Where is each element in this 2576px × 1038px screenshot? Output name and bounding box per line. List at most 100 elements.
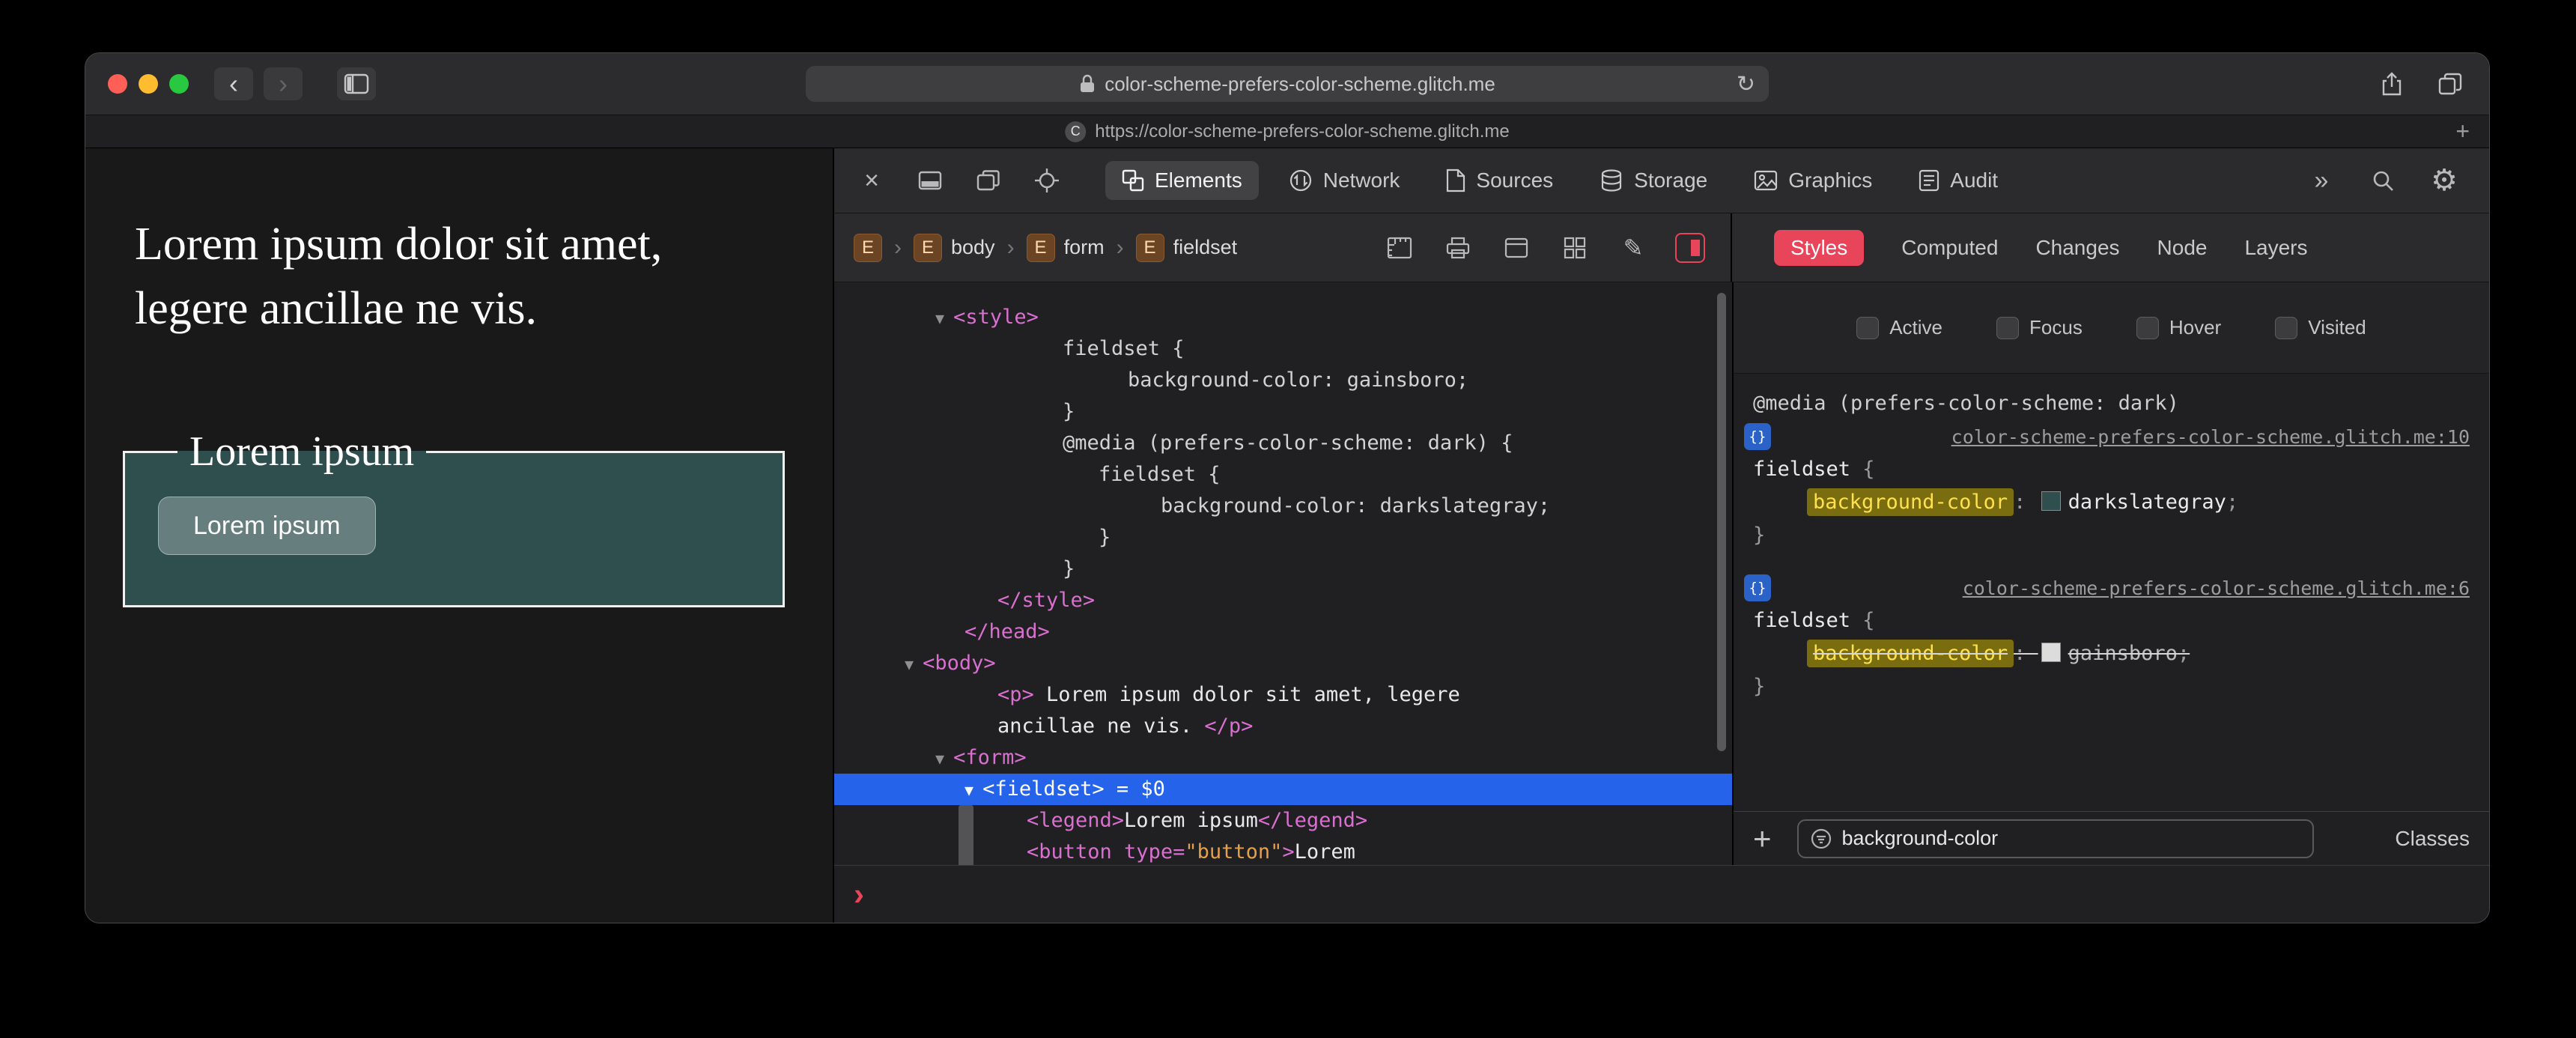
active-tab[interactable]: C https://color-scheme-prefers-color-sch… bbox=[1065, 121, 1510, 142]
tab-audit[interactable]: Audit bbox=[1902, 161, 2014, 200]
css-value[interactable]: darkslategray bbox=[2068, 491, 2226, 514]
tab-changes[interactable]: Changes bbox=[2035, 236, 2119, 260]
tab-overview-button[interactable] bbox=[2431, 67, 2470, 100]
tab-sources[interactable]: Sources bbox=[1430, 161, 1570, 200]
dock-side-button[interactable] bbox=[969, 160, 1008, 201]
tab-node[interactable]: Node bbox=[2157, 236, 2208, 260]
selection-guide bbox=[959, 805, 973, 865]
css-value[interactable]: gainsboro bbox=[2068, 642, 2178, 665]
grid-overlay-button[interactable] bbox=[1558, 231, 1591, 264]
new-rule-button[interactable]: + bbox=[1753, 821, 1772, 857]
css-declaration[interactable]: background-color: darkslategray; bbox=[1734, 486, 2489, 519]
print-styles-button[interactable] bbox=[1442, 231, 1474, 264]
element-badge-html[interactable]: E bbox=[854, 233, 882, 262]
tab-label: Graphics bbox=[1788, 169, 1873, 192]
code-line[interactable]: ▼ <fieldset> = $0 bbox=[834, 774, 1732, 805]
checkbox-active[interactable] bbox=[1856, 316, 1880, 339]
element-badge-body[interactable]: E bbox=[914, 233, 942, 262]
checkbox-focus[interactable] bbox=[1996, 316, 2020, 339]
toggle-focus[interactable]: Focus bbox=[1996, 316, 2083, 339]
code-line[interactable]: </head> bbox=[834, 616, 1732, 648]
code-line[interactable]: @media (prefers-color-scheme: dark) { bbox=[834, 428, 1732, 459]
code-line[interactable]: ▼ <body> bbox=[834, 648, 1732, 679]
reload-button[interactable]: ↻ bbox=[1737, 71, 1755, 97]
css-selector[interactable]: fieldset bbox=[1753, 458, 1850, 481]
sidebar-toggle-button[interactable] bbox=[337, 67, 376, 100]
brace-close: } bbox=[1753, 523, 1766, 547]
zoom-window-button[interactable] bbox=[169, 74, 189, 94]
layout-ruler-button[interactable] bbox=[1383, 231, 1416, 264]
code-line[interactable]: fieldset { bbox=[834, 333, 1732, 365]
toggle-visited[interactable]: Visited bbox=[2275, 316, 2366, 339]
devtools-close-button[interactable]: × bbox=[852, 160, 891, 201]
code-line[interactable]: background-color: gainsboro; bbox=[834, 365, 1732, 396]
element-state-toggle[interactable] bbox=[1675, 232, 1705, 263]
page-button[interactable]: Lorem ipsum bbox=[158, 497, 376, 556]
dock-bottom-icon bbox=[918, 171, 942, 190]
tab-elements[interactable]: Elements bbox=[1105, 161, 1259, 200]
code-line[interactable]: <p> Lorem ipsum dolor sit amet, legere bbox=[834, 679, 1732, 711]
tab-label: Storage bbox=[1634, 169, 1708, 192]
breadcrumb-item-body[interactable]: body bbox=[951, 236, 995, 259]
tab-layers[interactable]: Layers bbox=[2244, 236, 2307, 260]
element-badge-form[interactable]: E bbox=[1026, 233, 1055, 262]
code-line[interactable]: ancillae ne vis. </p> bbox=[834, 711, 1732, 742]
element-picker-button[interactable] bbox=[1027, 160, 1066, 201]
scrollbar-thumb[interactable] bbox=[1717, 293, 1726, 751]
share-button[interactable] bbox=[2372, 67, 2411, 100]
tab-styles[interactable]: Styles bbox=[1774, 229, 1865, 266]
sidebar-icon bbox=[344, 73, 369, 94]
color-swatch[interactable] bbox=[2041, 491, 2061, 511]
window-icon bbox=[1504, 237, 1528, 258]
minimize-window-button[interactable] bbox=[139, 74, 158, 94]
breadcrumb-separator-icon: › bbox=[894, 234, 902, 260]
css-declaration-overridden[interactable]: background-color: gainsboro; bbox=[1734, 637, 2489, 670]
tab-storage[interactable]: Storage bbox=[1583, 161, 1724, 200]
tab-graphics[interactable]: Graphics bbox=[1737, 161, 1889, 200]
element-state-icon bbox=[1691, 239, 1700, 256]
back-button[interactable]: ‹ bbox=[214, 67, 253, 100]
css-property[interactable]: background-color bbox=[1807, 640, 2014, 667]
checkbox-hover[interactable] bbox=[2136, 316, 2159, 339]
stylesheet-link[interactable]: color-scheme-prefers-color-scheme.glitch… bbox=[1951, 426, 2470, 448]
tab-bar: C https://color-scheme-prefers-color-sch… bbox=[85, 115, 2489, 148]
code-line[interactable]: } bbox=[834, 522, 1732, 553]
settings-gear-icon[interactable]: ⚙ bbox=[2425, 160, 2464, 201]
grid-icon bbox=[1564, 237, 1586, 258]
code-line[interactable]: fieldset { bbox=[834, 459, 1732, 491]
brace-close: } bbox=[1753, 675, 1766, 698]
new-tab-button[interactable]: + bbox=[2455, 118, 2470, 145]
element-badge-fieldset[interactable]: E bbox=[1135, 233, 1164, 262]
code-line[interactable]: ▼ <form> bbox=[834, 742, 1732, 774]
forward-button[interactable]: › bbox=[264, 67, 303, 100]
more-tabs-button[interactable]: » bbox=[2302, 160, 2341, 201]
code-line[interactable]: ▼ <style> bbox=[834, 302, 1732, 333]
color-swatch[interactable] bbox=[2041, 643, 2061, 662]
code-line[interactable]: } bbox=[834, 553, 1732, 585]
search-button[interactable] bbox=[2363, 160, 2402, 201]
console-prompt-bar[interactable]: › bbox=[834, 865, 2489, 923]
css-property[interactable]: background-color bbox=[1807, 488, 2014, 516]
breadcrumb-item-form[interactable]: form bbox=[1064, 236, 1105, 259]
code-line[interactable]: </style> bbox=[834, 585, 1732, 616]
filter-input[interactable]: background-color bbox=[1796, 819, 2314, 858]
checkbox-visited[interactable] bbox=[2275, 316, 2298, 339]
back-icon: ‹ bbox=[229, 68, 238, 99]
css-selector[interactable]: fieldset bbox=[1753, 609, 1850, 632]
toggle-active[interactable]: Active bbox=[1856, 316, 1942, 339]
code-line[interactable]: background-color: darkslategray; bbox=[834, 491, 1732, 522]
brace-open: { bbox=[1850, 609, 1875, 632]
code-line[interactable]: } bbox=[834, 396, 1732, 428]
edit-styles-button[interactable]: ✎ bbox=[1617, 231, 1650, 264]
tab-computed[interactable]: Computed bbox=[1901, 236, 1998, 260]
stylesheet-link[interactable]: color-scheme-prefers-color-scheme.glitch… bbox=[1963, 577, 2470, 599]
toggle-hover[interactable]: Hover bbox=[2136, 316, 2221, 339]
close-window-button[interactable] bbox=[108, 74, 127, 94]
classes-toggle[interactable]: Classes bbox=[2395, 827, 2470, 851]
frame-view-button[interactable] bbox=[1500, 231, 1533, 264]
tab-title: https://color-scheme-prefers-color-schem… bbox=[1095, 121, 1510, 142]
breadcrumb-item-fieldset[interactable]: fieldset bbox=[1173, 236, 1238, 259]
address-bar[interactable]: color-scheme-prefers-color-scheme.glitch… bbox=[806, 66, 1769, 102]
dock-bottom-button[interactable] bbox=[911, 160, 950, 201]
tab-network[interactable]: Network bbox=[1272, 161, 1417, 200]
